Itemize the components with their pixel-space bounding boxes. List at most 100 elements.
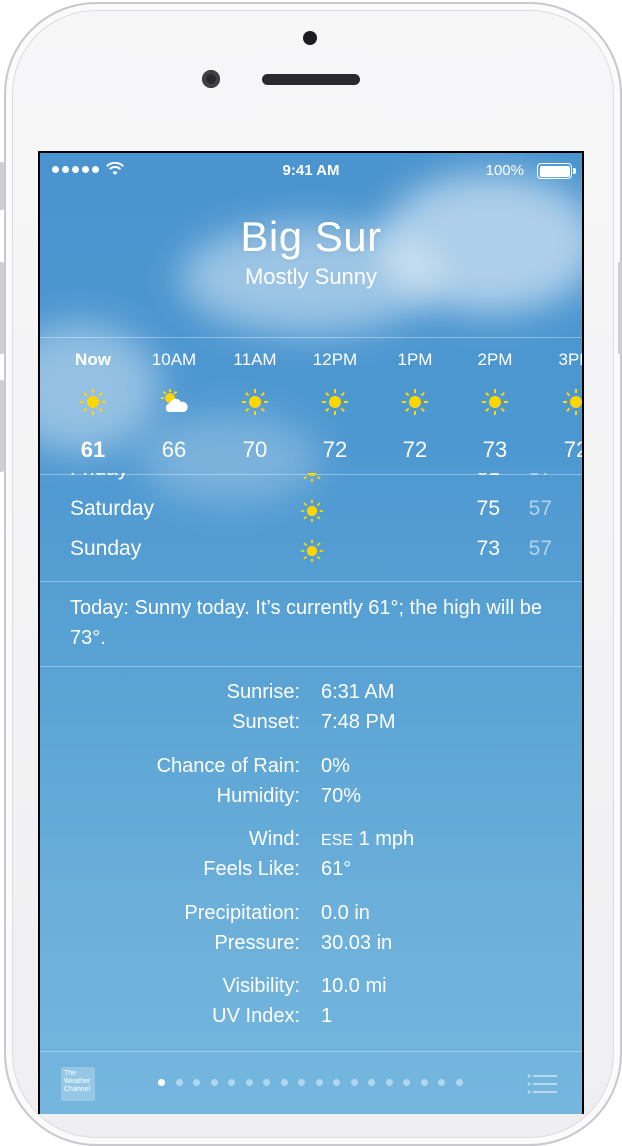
page-dot[interactable] <box>420 1079 428 1086</box>
front-camera <box>202 70 220 88</box>
sun-icon <box>300 499 324 523</box>
page-dot[interactable] <box>280 1079 288 1086</box>
daily-forecast[interactable]: Friday 81 57 Saturday 75 57 Sunday 73 57 <box>40 473 582 582</box>
wind-speed: 1 mph <box>358 828 415 850</box>
day-high: 73 <box>476 537 500 560</box>
day-name: Friday <box>70 473 128 481</box>
page-dot[interactable] <box>245 1079 253 1086</box>
battery-percentage: 100% <box>485 162 524 179</box>
hour-label: 3PM <box>558 350 582 369</box>
page-dot[interactable] <box>298 1079 305 1086</box>
day-name: Saturday <box>70 497 155 520</box>
detail-value: 6:31 AM <box>321 681 395 703</box>
side-button-power <box>618 262 622 354</box>
hourly-forecast[interactable]: Now 61 10AM 66 11AM 70 12PM 72 1PM 72 2P… <box>40 337 582 475</box>
page-indicator[interactable] <box>158 1079 463 1086</box>
page-dot[interactable] <box>158 1079 165 1086</box>
hourly-item: 2PM 73 <box>455 338 535 474</box>
detail-value: 61° <box>321 858 352 880</box>
hour-temp: 72 <box>402 437 428 462</box>
page-dot[interactable] <box>193 1079 200 1086</box>
page-dot[interactable] <box>210 1079 218 1086</box>
sun-icon <box>242 389 268 415</box>
detail-value: ESE 1 mph <box>321 828 414 851</box>
detail-label: Chance of Rain: <box>156 755 300 777</box>
page-dot[interactable] <box>333 1079 340 1086</box>
detail-label: Sunset: <box>232 711 300 733</box>
sun-icon <box>482 389 508 415</box>
page-dot[interactable] <box>438 1079 445 1086</box>
detail-label: Pressure: <box>214 932 300 954</box>
screen: 9:41 AM 100% Big Sur Mostly Sunny Now 61… <box>38 151 584 1114</box>
day-high: 81 <box>460 473 500 481</box>
page-dot[interactable] <box>385 1079 393 1086</box>
detail-label: Precipitation: <box>184 902 300 924</box>
detail-row-feels-like: Feels Like: 61° <box>40 858 582 888</box>
day-low: 57 <box>528 497 552 520</box>
divider <box>40 666 582 667</box>
earpiece-speaker <box>262 74 360 85</box>
sun-icon <box>300 539 324 563</box>
page-dot[interactable] <box>350 1079 358 1086</box>
detail-label: Visibility: <box>222 975 300 997</box>
sun-icon <box>80 389 106 415</box>
page-dot[interactable] <box>315 1079 323 1086</box>
proximity-sensor <box>303 31 317 45</box>
page-dot[interactable] <box>403 1079 410 1086</box>
hour-label: 1PM <box>397 350 433 369</box>
phone-frame: 9:41 AM 100% Big Sur Mostly Sunny Now 61… <box>0 0 622 1146</box>
status-bar: 9:41 AM 100% <box>40 153 582 189</box>
partly-cloudy-icon <box>161 389 188 412</box>
page-dot[interactable] <box>175 1079 183 1086</box>
sun-icon <box>563 389 582 415</box>
detail-value: 70% <box>321 785 362 807</box>
detail-value: 1 <box>321 1005 333 1027</box>
hour-label: 11AM <box>233 350 277 369</box>
side-button-mute <box>0 162 4 210</box>
hourly-item: 3PM 72 <box>536 338 582 474</box>
day-row: Saturday 75 57 <box>40 491 582 531</box>
detail-row-precipitation: Precipitation: 0.0 in <box>40 902 582 932</box>
page-dot[interactable] <box>228 1079 235 1086</box>
day-row: Friday 81 57 <box>40 473 582 491</box>
side-button-volume-up <box>0 262 4 354</box>
hourly-item: Now 61 <box>53 338 133 474</box>
page-dot[interactable] <box>263 1079 270 1086</box>
sun-icon <box>322 389 348 415</box>
hour-label: 10AM <box>151 350 197 369</box>
city-list-icon[interactable] <box>527 1074 557 1094</box>
detail-row-humidity: Humidity: 70% <box>40 785 582 815</box>
detail-value: 7:48 PM <box>321 711 396 733</box>
detail-value: 0.0 in <box>321 902 370 924</box>
day-low: 57 <box>512 473 552 481</box>
hour-label: 2PM <box>477 350 513 369</box>
detail-label: Feels Like: <box>203 858 300 880</box>
detail-row-pressure: Pressure: 30.03 in <box>40 932 582 962</box>
detail-row-rain: Chance of Rain: 0% <box>40 755 582 785</box>
weather-channel-logo[interactable]: The Weather Channel <box>61 1067 95 1101</box>
hour-temp: 72 <box>563 437 582 462</box>
detail-row-sunset: Sunset: 7:48 PM <box>40 711 582 741</box>
detail-row-wind: Wind: ESE 1 mph <box>40 828 582 858</box>
detail-value: 10.0 mi <box>321 975 387 997</box>
hour-temp: 66 <box>161 437 187 462</box>
battery-icon <box>537 163 576 179</box>
page-dot[interactable] <box>455 1079 463 1086</box>
hour-label: 12PM <box>312 350 358 369</box>
hour-label: Now <box>75 350 111 369</box>
hour-temp: 72 <box>322 437 348 462</box>
day-name: Sunday <box>70 537 142 560</box>
hour-temp: 61 <box>80 437 106 462</box>
hourly-item: 11AM 70 <box>215 338 295 474</box>
hour-temp: 70 <box>242 437 268 462</box>
hourly-item: 1PM 72 <box>375 338 455 474</box>
sun-icon <box>402 389 428 415</box>
day-row: Sunday 73 57 <box>40 531 582 571</box>
bottom-toolbar: The Weather Channel <box>40 1051 582 1114</box>
sun-icon <box>303 473 321 483</box>
current-condition: Mostly Sunny <box>244 264 378 289</box>
detail-label: Wind: <box>248 828 300 850</box>
hourly-item: 10AM 66 <box>134 338 214 474</box>
detail-row-visibility: Visibility: 10.0 mi <box>40 975 582 1005</box>
page-dot[interactable] <box>368 1079 375 1086</box>
